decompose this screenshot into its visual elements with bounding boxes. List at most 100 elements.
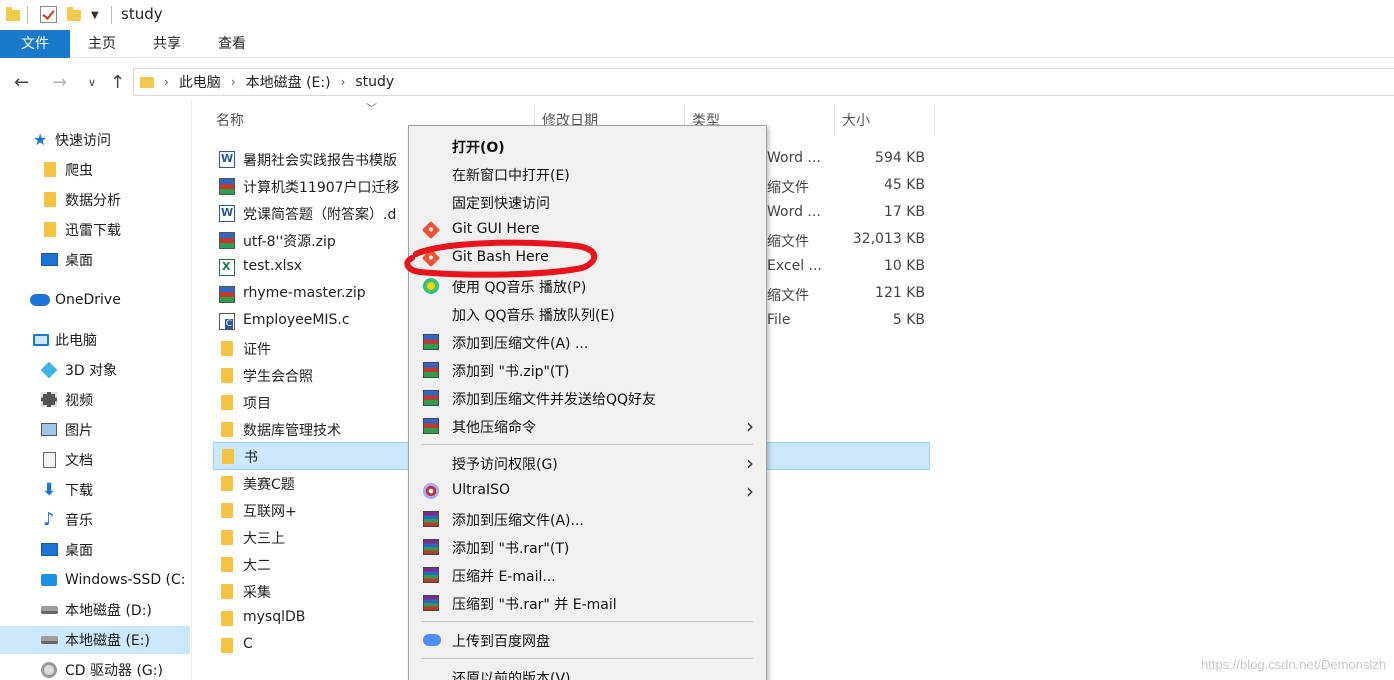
zip-icon: [219, 286, 235, 303]
folder-icon[interactable]: [6, 7, 20, 21]
menu-item-archive-send-qq[interactable]: 添加到压缩文件并发送给QQ好友: [410, 384, 766, 412]
sidebar-item-drive-c[interactable]: Windows-SSD (C:: [0, 566, 191, 594]
tab-home[interactable]: 主页: [72, 30, 132, 58]
forward-arrow-icon[interactable]: →: [52, 72, 67, 93]
column-header-size[interactable]: 大小: [842, 104, 870, 136]
sidebar-item-quick-access[interactable]: ★ 快速访问: [0, 126, 191, 154]
sidebar-item-music[interactable]: ♪ 音乐: [0, 506, 191, 534]
sidebar-item-drive-e[interactable]: 本地磁盘 (E:): [0, 626, 190, 654]
breadcrumb-chevron-icon[interactable]: ›: [164, 75, 169, 89]
file-name: 大二: [243, 558, 271, 574]
menu-item-baidu-upload[interactable]: 上传到百度网盘: [410, 626, 766, 654]
sidebar-item-3d-objects[interactable]: 3D 对象: [0, 356, 191, 384]
menu-item-give-access[interactable]: 授予访问权限(G) ›: [410, 449, 766, 477]
tab-file[interactable]: 文件: [0, 30, 70, 58]
column-header-name[interactable]: 名称: [216, 104, 244, 136]
menu-item-label: 使用 QQ音乐 播放(P): [452, 280, 587, 296]
menu-item-label: 其他压缩命令: [452, 420, 536, 436]
menu-item-add-to-archive[interactable]: 添加到压缩文件(A) ...: [410, 328, 766, 356]
picture-icon: [41, 423, 57, 436]
menu-item-other-compress[interactable]: 其他压缩命令 ›: [410, 412, 766, 440]
download-icon: ⬇: [42, 480, 57, 500]
sidebar-item-cd-drive-g[interactable]: CD 驱动器 (G:): [0, 656, 191, 680]
menu-item-ultraiso[interactable]: UltraISO ›: [410, 477, 766, 505]
menu-item-open-new-window[interactable]: 在新窗口中打开(E): [410, 160, 766, 188]
sidebar-item-label: Windows-SSD (C:: [65, 572, 186, 588]
menu-item-label: 添加到压缩文件并发送给QQ好友: [452, 392, 657, 408]
file-name: 证件: [243, 342, 271, 358]
back-arrow-icon[interactable]: ←: [14, 72, 29, 93]
breadcrumb-this-pc[interactable]: 此电脑: [179, 72, 221, 92]
word-icon: [219, 205, 235, 222]
sidebar-item-crawler[interactable]: 爬虫: [0, 156, 191, 184]
sidebar-item-thunder-downloads[interactable]: 迅雷下载: [0, 216, 191, 244]
tab-view[interactable]: 查看: [202, 30, 262, 58]
column-divider[interactable]: [834, 104, 835, 136]
new-folder-icon[interactable]: [67, 7, 81, 21]
menu-item-rar-compress-to-rar-email[interactable]: 压缩到 "书.rar" 并 E-mail: [410, 589, 766, 617]
sidebar-item-onedrive[interactable]: OneDrive: [0, 286, 191, 314]
sidebar-item-desktop[interactable]: 桌面: [0, 246, 191, 274]
star-icon: ★: [33, 130, 48, 149]
tab-share[interactable]: 共享: [137, 30, 197, 58]
menu-item-label: 在新窗口中打开(E): [452, 168, 570, 184]
menu-item-add-to-zip[interactable]: 添加到 "书.zip"(T): [410, 356, 766, 384]
menu-separator: [421, 658, 753, 659]
folder-icon: [221, 476, 233, 491]
column-divider[interactable]: [934, 104, 935, 136]
cloud-icon: [30, 294, 50, 306]
sidebar-item-drive-d[interactable]: 本地磁盘 (D:): [0, 596, 191, 624]
address-bar[interactable]: › 此电脑 › 本地磁盘 (E:) › study: [133, 68, 1394, 96]
menu-item-git-bash[interactable]: Git Bash Here: [410, 244, 766, 272]
recent-locations-chevron-icon[interactable]: ∨: [88, 76, 96, 89]
menu-item-label: 加入 QQ音乐 播放队列(E): [452, 308, 615, 324]
menu-item-git-gui[interactable]: Git GUI Here: [410, 216, 766, 244]
sidebar-item-label: 桌面: [65, 253, 93, 269]
sidebar-item-label: 视频: [65, 393, 93, 409]
menu-item-rar-add-to-rar[interactable]: 添加到 "书.rar"(T): [410, 533, 766, 561]
file-name: 计算机类11907户口迁移: [243, 180, 400, 196]
menu-item-qq-music-play[interactable]: 使用 QQ音乐 播放(P): [410, 272, 766, 300]
zip-icon: [219, 232, 235, 249]
file-size: 45 KB: [883, 177, 925, 193]
video-icon: [41, 392, 57, 407]
menu-item-rar-compress-email[interactable]: 压缩并 E-mail...: [410, 561, 766, 589]
sidebar-item-desktop-2[interactable]: 桌面: [0, 536, 191, 564]
baidu-netdisk-icon: [423, 634, 441, 646]
menu-item-restore-previous[interactable]: 还原以前的版本(V): [410, 663, 766, 680]
folder-icon: [221, 503, 233, 518]
sidebar-item-label: 迅雷下载: [65, 223, 121, 239]
sidebar-item-label: 桌面: [65, 543, 93, 559]
sidebar-item-videos[interactable]: 视频: [0, 386, 191, 414]
properties-icon[interactable]: [40, 6, 57, 23]
menu-item-qq-music-queue[interactable]: 加入 QQ音乐 播放队列(E): [410, 300, 766, 328]
menu-item-label: 添加到压缩文件(A)...: [452, 513, 584, 529]
menu-item-open[interactable]: 打开(O): [410, 132, 766, 160]
folder-icon: [44, 192, 56, 207]
customize-quick-access-icon[interactable]: ▼: [91, 10, 99, 21]
breadcrumb-drive-e[interactable]: 本地磁盘 (E:): [246, 72, 331, 92]
file-name: 数据库管理技术: [243, 423, 341, 439]
folder-icon: [140, 75, 156, 89]
breadcrumb-chevron-icon[interactable]: ›: [231, 75, 236, 89]
menu-item-label: Git GUI Here: [452, 221, 540, 237]
up-arrow-icon[interactable]: ↑: [110, 72, 125, 93]
file-name: 互联网+: [243, 504, 297, 520]
breadcrumb-chevron-icon[interactable]: ›: [341, 75, 346, 89]
sidebar-item-label: 爬虫: [65, 163, 93, 179]
sidebar-item-this-pc[interactable]: 此电脑: [0, 326, 191, 354]
sidebar-item-label: 3D 对象: [65, 363, 118, 379]
sidebar-item-pictures[interactable]: 图片: [0, 416, 191, 444]
breadcrumb-study[interactable]: study: [355, 74, 394, 90]
separator: [27, 6, 28, 24]
menu-item-label: 压缩到 "书.rar" 并 E-mail: [452, 597, 617, 613]
menu-item-pin-quick-access[interactable]: 固定到快速访问: [410, 188, 766, 216]
sidebar-item-documents[interactable]: 文档: [0, 446, 191, 474]
file-type: Excel ...: [767, 258, 822, 274]
menu-item-label: 上传到百度网盘: [452, 634, 550, 650]
menu-item-rar-add-archive[interactable]: 添加到压缩文件(A)...: [410, 505, 766, 533]
sidebar-item-data-analysis[interactable]: 数据分析: [0, 186, 191, 214]
sidebar-item-label: OneDrive: [55, 292, 121, 308]
qq-music-icon: [423, 278, 439, 294]
sidebar-item-downloads[interactable]: ⬇ 下载: [0, 476, 191, 504]
